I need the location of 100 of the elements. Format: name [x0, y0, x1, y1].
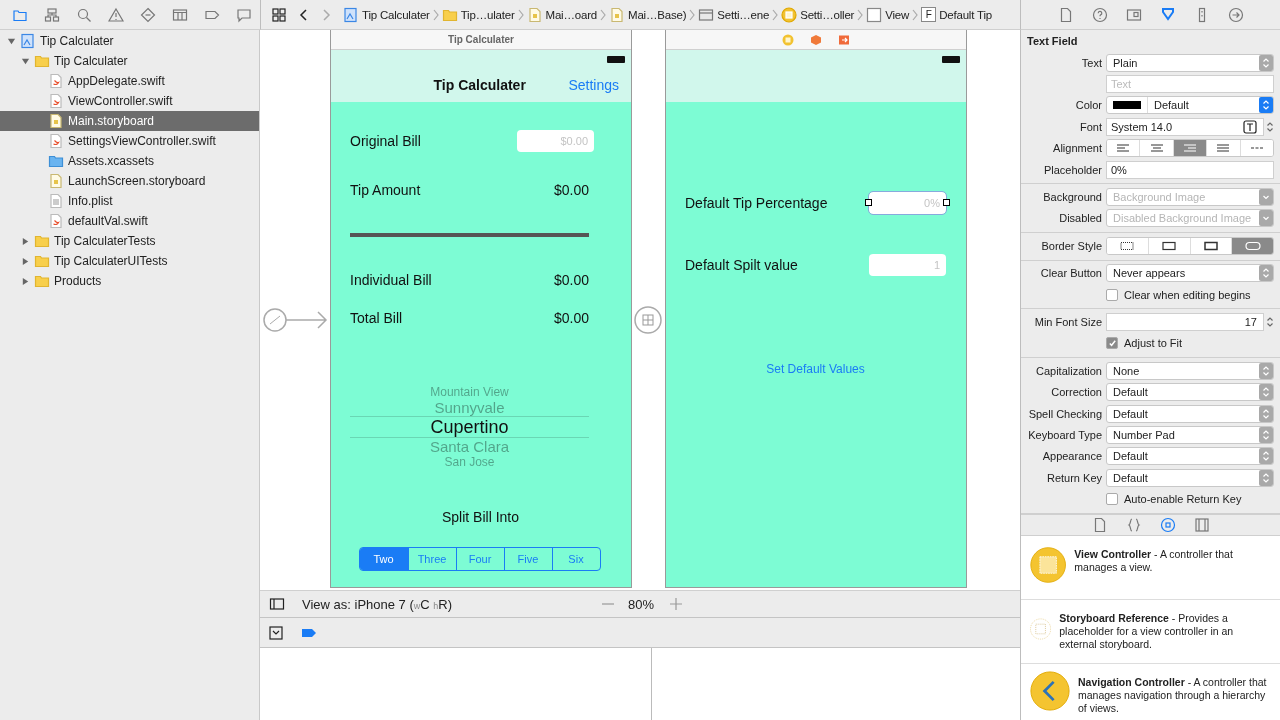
grid-icon	[271, 6, 287, 23]
amount-value: $0.00	[553, 272, 589, 288]
file-row[interactable]: Assets.xcassets	[0, 151, 259, 171]
view-icon	[866, 6, 883, 23]
diamond-icon	[140, 6, 156, 23]
hide-debug-icon	[269, 625, 283, 640]
path-crumb[interactable]: View	[866, 6, 910, 23]
plist-file-icon	[48, 193, 64, 209]
popup-button[interactable]: Default	[1106, 383, 1274, 402]
speech-bubble-icon	[236, 6, 252, 23]
file-row[interactable]: Products	[0, 271, 259, 291]
row-label: Original Bill	[350, 133, 421, 149]
folder-icon	[34, 233, 50, 249]
battery-icon	[607, 56, 625, 63]
file-row[interactable]: Main.storyboard	[0, 111, 259, 131]
swift-file-icon	[48, 133, 64, 149]
color-swatch	[1113, 101, 1141, 110]
checkbox[interactable]: Auto-enable Return Key	[1106, 493, 1274, 506]
swift-file-icon	[48, 93, 64, 109]
search-icon	[76, 6, 92, 23]
file-row[interactable]: Tip CalculaterTests	[0, 231, 259, 251]
field-label: Placeholder	[1042, 163, 1102, 176]
stepper-arrows-icon	[1262, 99, 1270, 112]
split-segment[interactable]: Two	[359, 548, 408, 570]
project-icon	[20, 33, 36, 49]
scene-title: Tip Calculater	[448, 34, 514, 45]
file-row[interactable]: ViewController.swift	[0, 91, 259, 111]
text-input[interactable]: 0%	[1106, 160, 1274, 179]
path-crumb[interactable]: Setti…oller	[781, 6, 855, 23]
field-label: Text	[1080, 56, 1102, 69]
stepper-arrows-icon	[1262, 386, 1270, 399]
field-label: Font	[1079, 120, 1102, 133]
stepper-arrows-icon	[1266, 120, 1274, 133]
checkbox[interactable]: Clear when editing begins	[1106, 288, 1274, 301]
storyboard-file-icon	[48, 113, 64, 129]
rounded-border-icon	[1243, 240, 1262, 251]
row-label: Tip Amount	[350, 182, 421, 198]
popup-button[interactable]: Default	[1106, 447, 1274, 466]
file-row[interactable]: Info.plist	[0, 191, 259, 211]
file-row[interactable]: Tip Calculater	[0, 51, 259, 71]
checkbox[interactable]: Adjust to Fit	[1106, 337, 1274, 350]
field-label: Appearance	[1041, 450, 1102, 463]
amount-value: $0.00	[553, 182, 589, 198]
file-row[interactable]: LaunchScreen.storyboard	[0, 171, 259, 191]
picker-item[interactable]: Cupertino	[350, 416, 589, 438]
battery-icon	[942, 56, 960, 63]
path-crumb[interactable]: F Default Tip	[921, 7, 992, 22]
popup-button[interactable]: None	[1106, 361, 1274, 380]
popup-button[interactable]: Never appears	[1106, 264, 1274, 283]
field-label: Min Font Size	[1033, 316, 1102, 328]
popup-button[interactable]: Number Pad	[1106, 425, 1274, 444]
sidebar-toggle-icon	[269, 596, 285, 612]
help-icon	[1091, 6, 1108, 23]
settings-link[interactable]: Settings	[568, 77, 619, 93]
stepper-arrows-icon	[1262, 471, 1270, 484]
font-field[interactable]: System 14.0	[1106, 117, 1264, 136]
file-row[interactable]: Tip Calculater	[0, 31, 259, 51]
file-row[interactable]: SettingsViewController.swift	[0, 131, 259, 151]
stepper-arrows-icon	[1262, 56, 1270, 69]
zoom-level: 80%	[628, 596, 655, 612]
row-label: Total Bill	[350, 310, 403, 326]
back-icon	[299, 6, 309, 23]
number-field[interactable]: 17	[1106, 313, 1264, 331]
justify-icon	[1216, 143, 1231, 154]
chevron-down-icon	[1262, 193, 1270, 202]
align-right-icon	[1183, 143, 1197, 154]
file-row[interactable]: AppDelegate.swift	[0, 71, 259, 91]
path-crumb[interactable]: Tip…ulater	[441, 6, 515, 23]
field-label: Background	[1042, 191, 1102, 204]
field-label: Spell Checking	[1027, 407, 1102, 420]
exit-icon	[838, 33, 850, 46]
align-center-icon	[1149, 143, 1164, 154]
resize-handle[interactable]	[943, 199, 950, 206]
popup-button[interactable]: Default	[1106, 404, 1274, 423]
path-crumb[interactable]: Mai…Base)	[609, 6, 687, 23]
storyboard-file-icon	[48, 173, 64, 189]
attributes-icon	[1159, 6, 1176, 23]
stepper-arrows-icon	[1262, 450, 1270, 463]
project-icon	[343, 6, 359, 23]
path-crumb[interactable]: Tip Calculater	[343, 6, 430, 23]
folder-icon	[34, 273, 50, 289]
path-crumb[interactable]: Setti…ene	[698, 6, 770, 23]
row-label: Default Spilt value	[685, 257, 798, 273]
popup-button[interactable]: Default	[1106, 468, 1274, 487]
border-style-control[interactable]	[1106, 236, 1274, 255]
folder-icon	[34, 53, 50, 69]
popup-button[interactable]: Plain	[1106, 53, 1274, 72]
navigation-controller-icon	[1030, 670, 1070, 711]
file-row[interactable]: defaultVal.swift	[0, 211, 259, 231]
forward-icon	[321, 6, 331, 23]
zoom-in-icon	[668, 596, 685, 612]
resize-handle[interactable]	[865, 199, 872, 206]
folder-icon	[34, 253, 50, 269]
library-item-description: Storyboard Reference - Provides a placeholder for a view controller in an external storyboard.	[1059, 610, 1235, 652]
color-popup[interactable]: Default	[1106, 96, 1274, 115]
inspector-title: Text Field	[1026, 34, 1079, 49]
arrow-circle-icon	[1227, 6, 1244, 23]
file-row[interactable]: Tip CalculaterUITests	[0, 251, 259, 271]
stepper-arrows-icon	[1266, 316, 1274, 328]
path-crumb[interactable]: Mai…oard	[526, 6, 597, 23]
